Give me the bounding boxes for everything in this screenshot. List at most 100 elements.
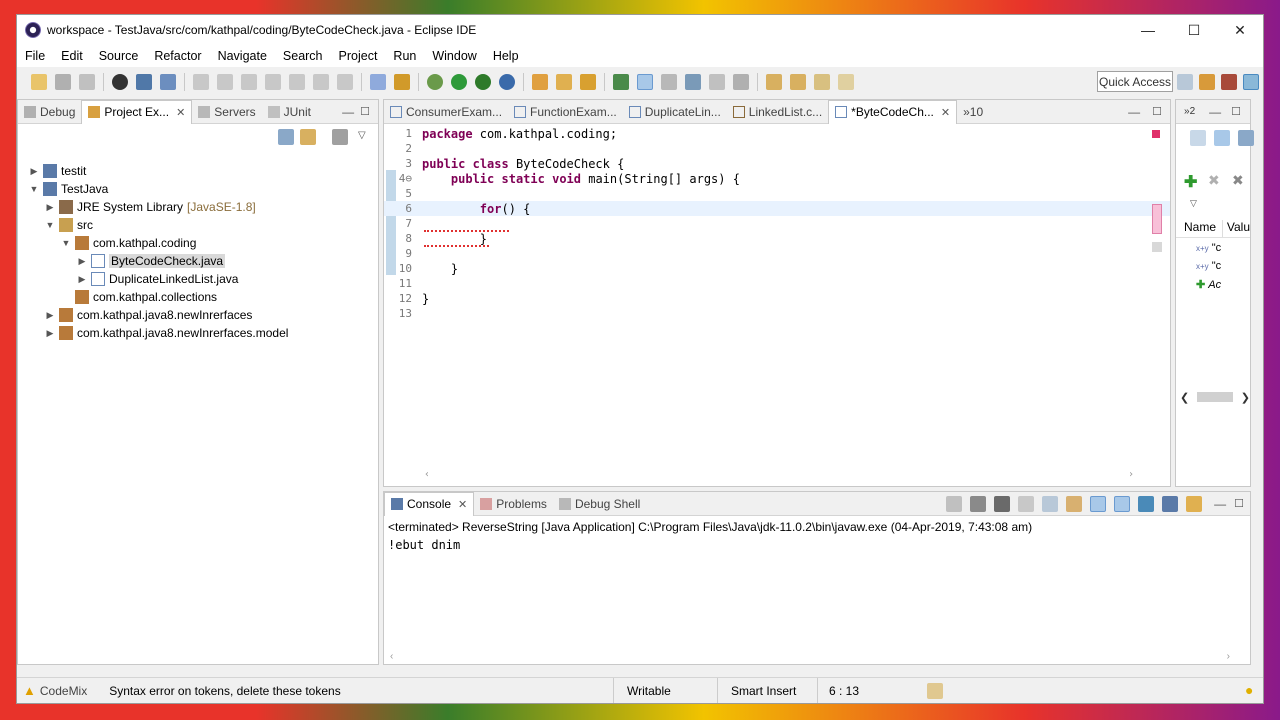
tree-node[interactable]: ▼ src (18, 216, 378, 234)
tree-node[interactable]: ▶ com.kathpal.java8.newInrerfaces (18, 306, 378, 324)
previous-edit-icon[interactable] (790, 74, 806, 90)
skip-breakpoints-icon[interactable] (160, 74, 176, 90)
maximize-editor-icon[interactable]: ☐ (1152, 105, 1162, 118)
search-icon[interactable] (580, 74, 596, 90)
clear-console-icon[interactable] (1018, 495, 1035, 512)
tab-bytecodecheck[interactable]: *ByteCodeCh... ✕ (828, 99, 958, 124)
expanded-arrow-icon[interactable]: ▼ (44, 220, 56, 230)
pin-console-icon[interactable] (1138, 495, 1155, 512)
mark-occurrences-icon[interactable] (637, 74, 653, 90)
collapsed-arrow-icon[interactable]: ▶ (44, 328, 56, 339)
column-value[interactable]: Valu (1221, 220, 1250, 237)
code-line[interactable]: 13 (384, 306, 1170, 321)
word-wrap-icon[interactable] (709, 74, 725, 90)
java-perspective-icon[interactable] (1221, 74, 1237, 90)
minimize-console-icon[interactable]: — (1214, 497, 1226, 511)
add-expression-row[interactable]: ✚ Ac (1196, 278, 1221, 291)
tab-function-example[interactable]: FunctionExam... (508, 100, 623, 124)
task-icon[interactable] (927, 683, 943, 699)
maximize-view-icon[interactable]: ☐ (360, 105, 370, 118)
code-line[interactable]: 11 (384, 276, 1170, 291)
tree-node[interactable]: ▶ JRE System Library [JavaSE-1.8] (18, 198, 378, 216)
menu-run[interactable]: Run (393, 49, 416, 63)
tree-node[interactable]: ▼ com.kathpal.coding (18, 234, 378, 252)
remove-icon[interactable]: ✖ (1208, 172, 1220, 189)
show-on-error-icon[interactable] (1114, 495, 1131, 512)
open-perspective-icon[interactable] (1177, 74, 1193, 90)
close-tab-icon[interactable]: ✕ (458, 498, 467, 511)
code-line[interactable]: 3 public class ByteCodeCheck { (384, 156, 1170, 171)
code-line[interactable]: 4⊖ public static void main(String[] args… (384, 171, 1170, 186)
maximize-console-icon[interactable]: ☐ (1234, 497, 1244, 510)
tab-problems[interactable]: Problems (474, 492, 553, 516)
forward-icon[interactable] (838, 74, 854, 90)
overview-scroll-thumb[interactable] (1152, 242, 1162, 252)
toggle-breadcrumb-icon[interactable] (661, 74, 677, 90)
menu-source[interactable]: Source (99, 49, 139, 63)
show-whitespace-icon[interactable] (733, 74, 749, 90)
tree-node[interactable]: com.kathpal.collections (18, 288, 378, 306)
debug-icon[interactable] (427, 74, 443, 90)
minimize-view-icon[interactable]: — (342, 105, 354, 119)
collapse-variables-icon[interactable] (1238, 130, 1254, 146)
tab-linked-list-class[interactable]: LinkedList.c... (727, 100, 828, 124)
show-logical-structure-icon[interactable] (1214, 130, 1230, 146)
use-step-filters-icon[interactable] (394, 74, 410, 90)
close-tab-icon[interactable]: ✕ (176, 106, 185, 119)
code-line[interactable]: 5 (384, 186, 1170, 201)
open-task-icon[interactable] (556, 74, 572, 90)
variable-row[interactable]: x+y "c (1196, 242, 1221, 254)
display-console-icon[interactable] (1162, 495, 1179, 512)
close-window-button[interactable]: ✕ (1217, 15, 1263, 45)
code-line[interactable]: 8 } (384, 231, 1170, 246)
tab-debug-shell[interactable]: Debug Shell (553, 492, 646, 516)
resume-icon[interactable] (193, 74, 209, 90)
show-on-output-icon[interactable] (1090, 495, 1107, 512)
save-all-icon[interactable] (79, 74, 95, 90)
add-watch-icon[interactable]: ✚ (1184, 172, 1197, 192)
debug-perspective-icon[interactable] (1243, 74, 1259, 90)
code-line[interactable]: 10 } (384, 261, 1170, 276)
tree-node[interactable]: ▶ ByteCodeCheck.java (18, 252, 378, 270)
remove-all-terminated-icon[interactable] (994, 495, 1011, 512)
view-menu-icon[interactable]: ▽ (358, 130, 366, 141)
block-selection-icon[interactable] (685, 74, 701, 90)
drop-to-frame-icon[interactable] (370, 74, 386, 90)
collapsed-arrow-icon[interactable]: ▶ (44, 202, 56, 213)
coverage-icon[interactable] (475, 74, 491, 90)
code-editor[interactable]: ✕ 1package com.kathpal.coding;23public c… (384, 124, 1170, 486)
variable-row[interactable]: x+y "c (1196, 260, 1221, 272)
minimize-button[interactable]: — (1125, 15, 1171, 45)
tab-junit[interactable]: JUnit (262, 100, 317, 124)
maximize-variables-icon[interactable]: ☐ (1231, 105, 1241, 118)
tree-node[interactable]: ▶ com.kathpal.java8.newInrerfaces.model (18, 324, 378, 342)
terminate-icon[interactable] (241, 74, 257, 90)
new-icon[interactable] (31, 74, 47, 90)
scroll-lock-icon[interactable] (1042, 495, 1059, 512)
open-console-icon[interactable] (1186, 495, 1203, 512)
back-icon[interactable] (814, 74, 830, 90)
expanded-arrow-icon[interactable]: ▼ (28, 184, 40, 194)
close-tab-icon[interactable]: ✕ (941, 106, 950, 119)
remove-all-icon[interactable]: ✖ (1232, 172, 1244, 189)
menu-edit[interactable]: Edit (61, 49, 83, 63)
code-line[interactable]: 7 (384, 216, 1170, 231)
suspend-icon[interactable] (217, 74, 233, 90)
profile-icon[interactable] (112, 74, 128, 90)
collapsed-arrow-icon[interactable]: ▶ (76, 274, 88, 285)
horizontal-scrollbar[interactable]: ‹ › (424, 469, 1134, 480)
quick-access-field[interactable]: Quick Access (1097, 71, 1173, 92)
codemix-label[interactable]: CodeMix (40, 684, 87, 698)
menu-window[interactable]: Window (432, 49, 476, 63)
next-edit-icon[interactable] (766, 74, 782, 90)
open-type-icon[interactable] (532, 74, 548, 90)
menu-help[interactable]: Help (493, 49, 519, 63)
tree-node[interactable]: ▶ testit (18, 162, 378, 180)
menu-file[interactable]: File (25, 49, 45, 63)
collapsed-arrow-icon[interactable]: ▶ (44, 310, 56, 321)
tab-servers[interactable]: Servers (192, 100, 261, 124)
insert-mode-status[interactable]: Smart Insert (731, 684, 796, 698)
save-icon[interactable] (55, 74, 71, 90)
focus-icon[interactable] (332, 129, 348, 145)
column-name[interactable]: Name (1176, 220, 1222, 237)
